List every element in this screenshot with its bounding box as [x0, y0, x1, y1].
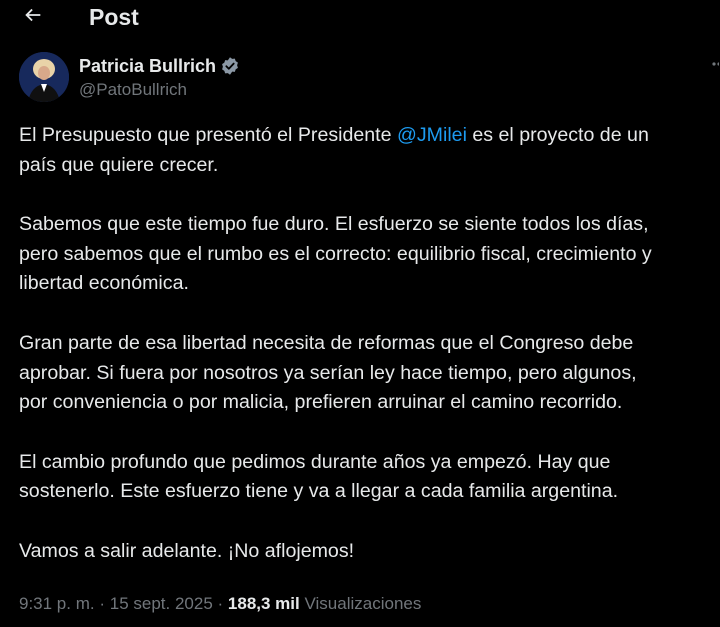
post-text-line: por conveniencia o por malicia, prefiere…	[19, 391, 623, 414]
post-text-line: pero sabemos que el rumbo es el correcto…	[19, 242, 652, 265]
post-text-line: sostenerlo. Este esfuerzo tiene y va a l…	[19, 480, 619, 503]
post-text-segment: El Presupuesto que presentó el President…	[19, 124, 397, 146]
page-title: Post	[89, 4, 139, 30]
post-date[interactable]: 15 sept. 2025	[110, 594, 213, 613]
post-text-line: libertad económica.	[19, 272, 189, 295]
separator-dot: ·	[217, 594, 224, 613]
post-text-line: aprobar. Si fuera por nosotros ya serían…	[19, 361, 637, 384]
views-count: 188,3 mil	[227, 594, 300, 613]
views-label: Visualizaciones	[304, 594, 422, 613]
more-options-button[interactable]	[699, 54, 719, 74]
post-text-line: país que quiere crecer.	[19, 153, 219, 176]
author-name-row: Patricia Bullrich	[79, 54, 240, 78]
author-name[interactable]: Patricia Bullrich	[79, 56, 216, 77]
verified-badge-icon	[220, 56, 240, 76]
post-author: Patricia Bullrich @PatoBullrich	[19, 52, 719, 104]
post-paragraph: Vamos a salir adelante. ¡No aflojemos!	[19, 537, 720, 567]
avatar[interactable]	[19, 52, 69, 102]
post-paragraph: Gran parte de esa libertad necesita de r…	[19, 329, 720, 418]
post-time[interactable]: 9:31 p. m.	[19, 594, 95, 613]
post-paragraph: El Presupuesto que presentó el President…	[19, 121, 720, 180]
more-options-icon	[699, 61, 719, 74]
post-text: El Presupuesto que presentó el President…	[19, 121, 720, 597]
back-button[interactable]	[18, 2, 48, 32]
post-paragraph: Sabemos que este tiempo fue duro. El esf…	[19, 210, 720, 299]
separator-dot: ·	[99, 594, 106, 613]
post-paragraph: El cambio profundo que pedimos durante a…	[19, 448, 720, 507]
author-handle[interactable]: @PatoBullrich	[79, 80, 187, 100]
post-text-segment: es el proyecto de un	[466, 124, 649, 146]
post-text-line: El cambio profundo que pedimos durante a…	[19, 450, 611, 473]
mention-link[interactable]: @JMilei	[397, 124, 467, 146]
top-bar: Post	[0, 0, 720, 36]
post-text-line: Sabemos que este tiempo fue duro. El esf…	[19, 213, 649, 236]
post-text-line: Gran parte de esa libertad necesita de r…	[19, 331, 634, 354]
post-metadata: 9:31 p. m. · 15 sept. 2025 · 188,3 mil V…	[19, 592, 421, 616]
arrow-left-icon	[22, 4, 44, 31]
post-text-line: Vamos a salir adelante. ¡No aflojemos!	[19, 539, 355, 562]
